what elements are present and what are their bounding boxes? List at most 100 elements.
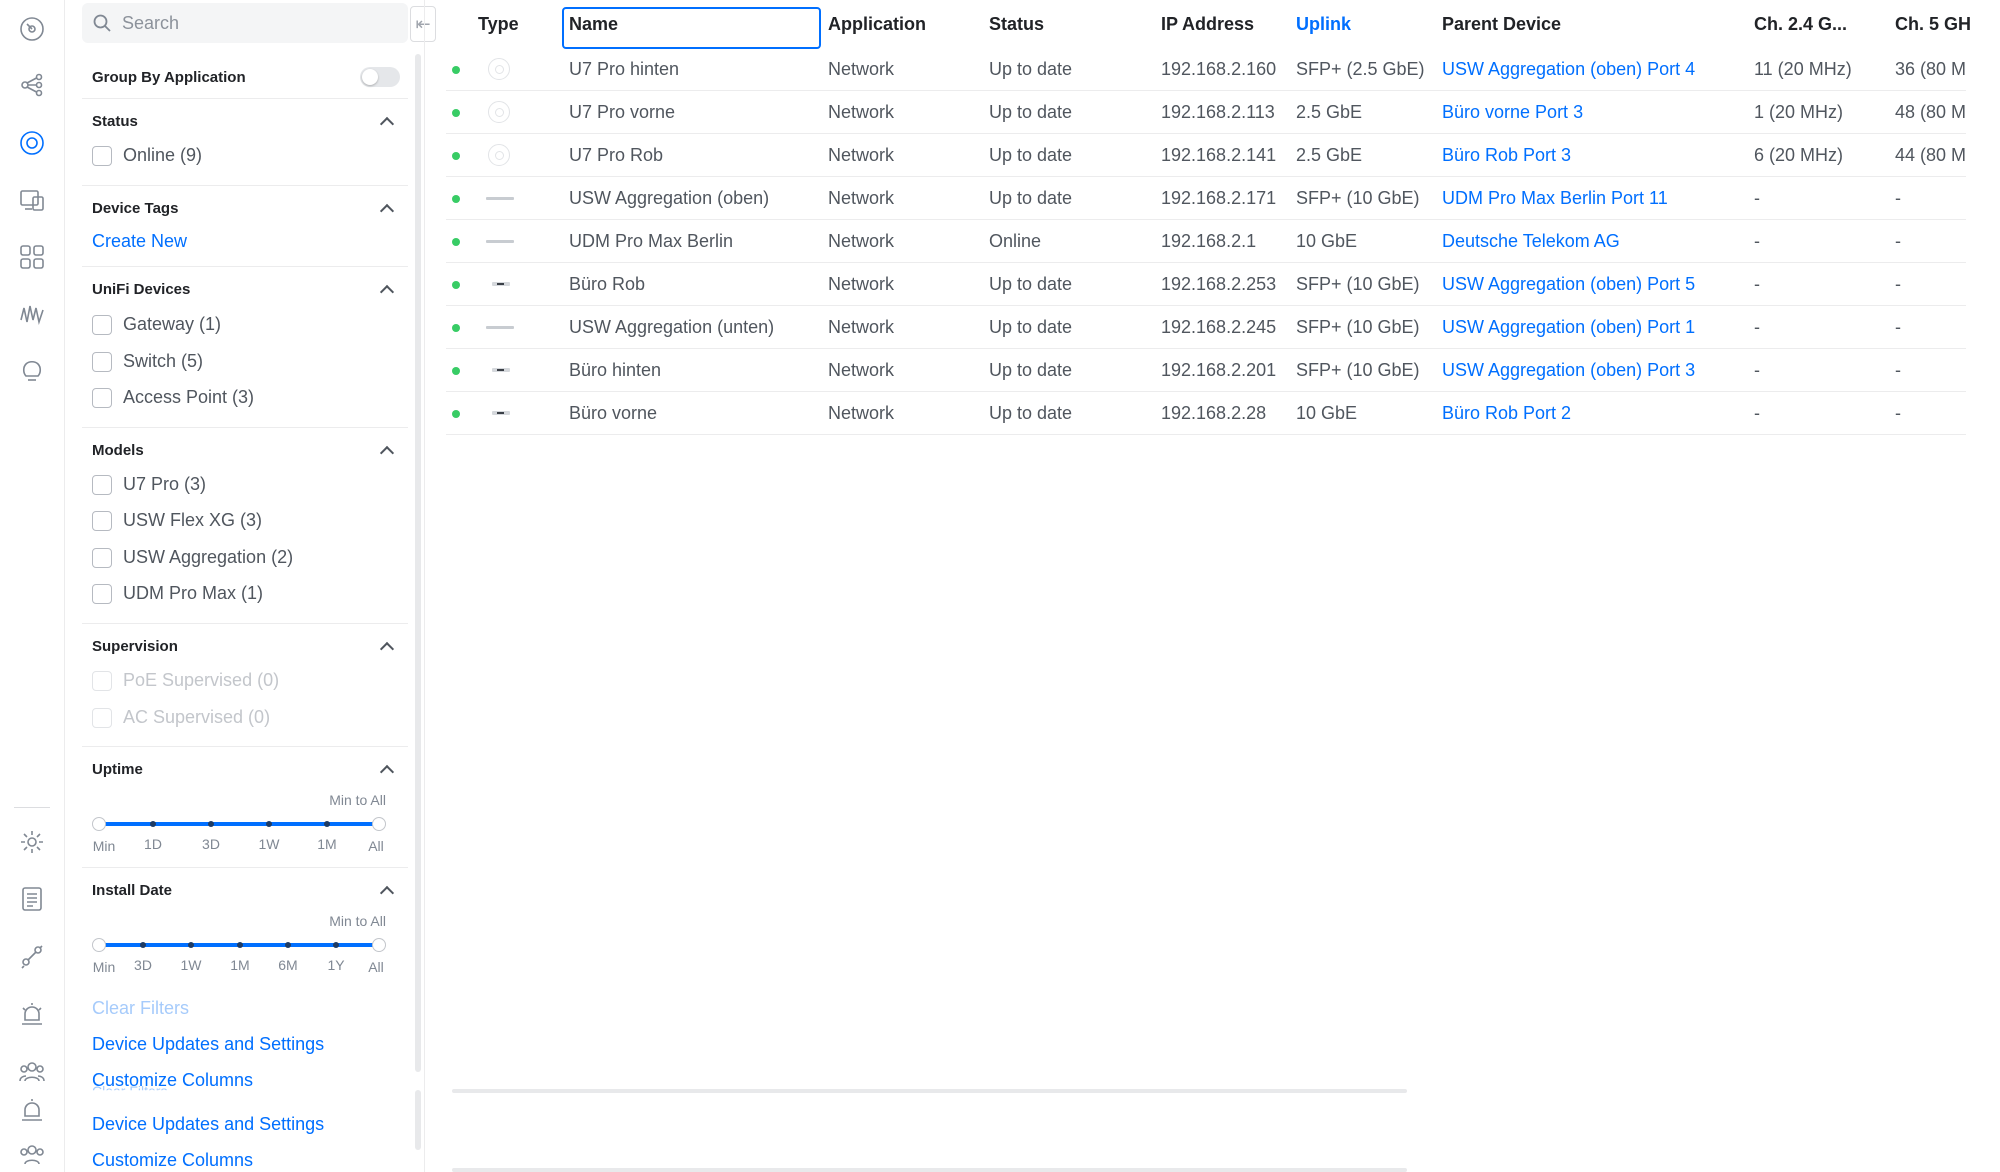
cell-parent-device[interactable]: UDM Pro Max Berlin Port 11: [1442, 177, 1668, 220]
settings-icon[interactable]: [14, 824, 50, 860]
slider-tick-label: 3D: [134, 957, 152, 973]
uptime-slider[interactable]: Min to All Min 1D 3D 1W 1M All: [92, 792, 386, 854]
table-row[interactable]: Büro vorne Network Up to date 192.168.2.28 1…: [446, 392, 1966, 435]
integrations-icon[interactable]: [14, 938, 50, 974]
cell-uplink: SFP+ (10 GbE): [1296, 274, 1420, 294]
topology-icon[interactable]: [14, 67, 50, 103]
users-icon[interactable]: [14, 1136, 50, 1172]
tags-section-header[interactable]: Device Tags: [92, 191, 400, 225]
unifi-section-header[interactable]: UniFi Devices: [92, 272, 400, 306]
table-row[interactable]: UDM Pro Max Berlin Network Online 192.168.2…: [446, 220, 1966, 263]
cell-name: U7 Pro hinten: [569, 59, 680, 79]
model-option[interactable]: USW Aggregation (2): [92, 547, 293, 568]
status-section-header[interactable]: Status: [92, 104, 400, 138]
models-section-header[interactable]: Models: [92, 433, 400, 467]
slider-max-handle[interactable]: [372, 938, 386, 952]
cell-ip-address: 192.168.2.160: [1161, 59, 1277, 79]
customize-columns-link[interactable]: Customize Columns: [92, 1150, 253, 1171]
dashboard-icon[interactable]: [14, 11, 50, 47]
cell-ch5: 44 (80 M: [1895, 145, 1967, 165]
device-updates-link[interactable]: Device Updates and Settings: [92, 1034, 324, 1055]
checkbox[interactable]: [92, 474, 112, 495]
users-icon[interactable]: [14, 1053, 50, 1089]
table-row[interactable]: U7 Pro vorne Network Up to date 192.168.2.1…: [446, 91, 1966, 134]
cell-name: U7 Pro Rob: [569, 145, 664, 165]
model-option[interactable]: USW Flex XG (3): [92, 510, 262, 531]
chevron-up-icon[interactable]: [379, 445, 395, 461]
uptime-section-header[interactable]: Uptime: [92, 752, 400, 786]
column-header-status[interactable]: Status: [989, 0, 1044, 48]
alarm-manager-icon[interactable]: [14, 353, 50, 389]
column-header-application[interactable]: Application: [828, 0, 926, 48]
column-header-name[interactable]: Name: [569, 0, 618, 48]
table-horizontal-scrollbar[interactable]: [452, 1089, 1407, 1093]
slider-min-handle[interactable]: [92, 817, 106, 831]
checkbox[interactable]: [92, 314, 112, 335]
notifications-icon[interactable]: [14, 1092, 50, 1128]
panel-scrollbar[interactable]: [415, 54, 421, 1072]
checkbox[interactable]: [92, 547, 112, 568]
slider-track[interactable]: [100, 822, 378, 826]
chevron-up-icon[interactable]: [379, 885, 395, 901]
table-row[interactable]: Büro Rob Network Up to date 192.168.2.253 SF…: [446, 263, 1966, 306]
cell-parent-device[interactable]: USW Aggregation (oben) Port 3: [1442, 349, 1695, 392]
table-row[interactable]: Büro hinten Network Up to date 192.168.2.20…: [446, 349, 1966, 392]
status-option[interactable]: Online (9): [92, 145, 202, 166]
slider-max-handle[interactable]: [372, 817, 386, 831]
insights-icon[interactable]: [14, 296, 50, 332]
checkbox[interactable]: [92, 145, 112, 166]
column-header-type[interactable]: Type: [478, 0, 519, 48]
unifi-option[interactable]: Access Point (3): [92, 387, 254, 408]
client-devices-icon[interactable]: [14, 182, 50, 218]
create-tag-link[interactable]: Create New: [92, 231, 187, 252]
column-header-uplink[interactable]: Uplink: [1296, 0, 1351, 48]
table-row[interactable]: USW Aggregation (unten) Network Up to date…: [446, 306, 1966, 349]
checkbox[interactable]: [92, 387, 112, 408]
column-header-parent-device[interactable]: Parent Device: [1442, 0, 1561, 48]
rail-divider: [14, 807, 50, 808]
supervision-section-header[interactable]: Supervision: [92, 629, 400, 663]
search-input[interactable]: [122, 12, 392, 34]
collapse-panel-button[interactable]: ⇤: [410, 6, 436, 42]
search-box[interactable]: [82, 3, 408, 43]
model-option[interactable]: U7 Pro (3): [92, 474, 206, 495]
column-header-ch24[interactable]: Ch. 2.4 G...: [1754, 0, 1847, 48]
unifi-option[interactable]: Gateway (1): [92, 314, 221, 335]
chevron-up-icon[interactable]: [379, 203, 395, 219]
install-date-slider[interactable]: Min to All Min 3D 1W 1M 6M 1Y All: [92, 913, 386, 975]
panel-scrollbar[interactable]: [415, 1090, 421, 1150]
cell-parent-device[interactable]: Büro Rob Port 2: [1442, 392, 1571, 435]
apps-icon[interactable]: [14, 239, 50, 275]
cell-parent-device[interactable]: Büro vorne Port 3: [1442, 91, 1583, 134]
column-header-ch5[interactable]: Ch. 5 GH: [1895, 0, 1971, 48]
chevron-up-icon[interactable]: [379, 764, 395, 780]
cell-parent-device[interactable]: USW Aggregation (oben) Port 1: [1442, 306, 1695, 349]
cell-parent-device[interactable]: Büro Rob Port 3: [1442, 134, 1571, 177]
option-label: PoE Supervised (0): [123, 670, 280, 690]
column-header-ip[interactable]: IP Address: [1161, 0, 1254, 48]
table-horizontal-scrollbar[interactable]: [452, 1168, 1407, 1172]
devices-icon[interactable]: [14, 125, 50, 161]
install-section-header[interactable]: Install Date: [92, 873, 400, 907]
device-updates-link[interactable]: Device Updates and Settings: [92, 1114, 324, 1135]
chevron-up-icon[interactable]: [379, 641, 395, 657]
checkbox[interactable]: [92, 583, 112, 604]
system-log-icon[interactable]: [14, 881, 50, 917]
group-by-toggle[interactable]: [360, 67, 400, 87]
model-option[interactable]: UDM Pro Max (1): [92, 583, 263, 604]
cell-parent-device[interactable]: USW Aggregation (oben) Port 5: [1442, 263, 1695, 306]
unifi-option[interactable]: Switch (5): [92, 351, 203, 372]
notifications-icon[interactable]: [14, 996, 50, 1032]
clear-filters-link[interactable]: Clear Filters: [92, 998, 189, 1019]
checkbox[interactable]: [92, 351, 112, 372]
chevron-up-icon[interactable]: [379, 284, 395, 300]
table-row[interactable]: U7 Pro hinten Network Up to date 192.168.2.…: [446, 48, 1966, 91]
slider-min-handle[interactable]: [92, 938, 106, 952]
checkbox[interactable]: [92, 510, 112, 531]
cell-parent-device[interactable]: USW Aggregation (oben) Port 4: [1442, 48, 1695, 91]
table-row[interactable]: U7 Pro Rob Network Up to date 192.168.2.141…: [446, 134, 1966, 177]
table-row[interactable]: USW Aggregation (oben) Network Up to date 1…: [446, 177, 1966, 220]
chevron-up-icon[interactable]: [379, 116, 395, 132]
group-by-row: Group By Application: [92, 60, 400, 94]
cell-parent-device[interactable]: Deutsche Telekom AG: [1442, 220, 1620, 263]
